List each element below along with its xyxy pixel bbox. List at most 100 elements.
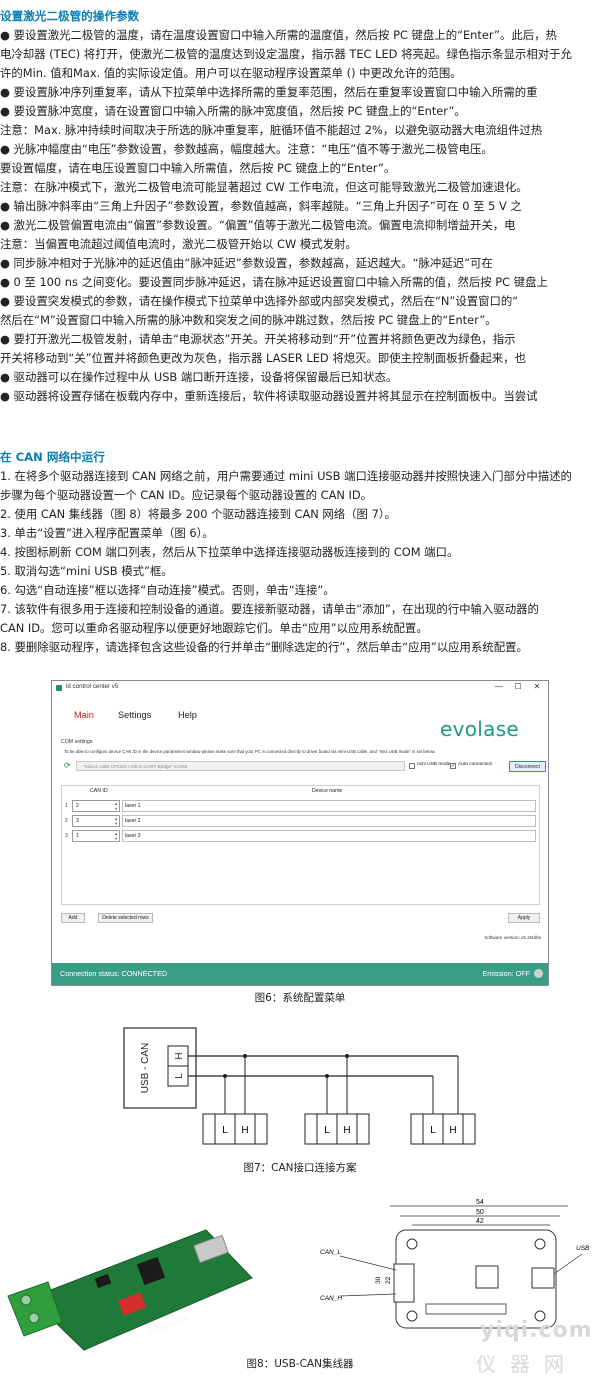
device-table: CAN ID Device name 1 2 ▲ ▼ laser 1 2 3 ▲ ▼ laser … <box>61 785 540 905</box>
device-name-field[interactable]: laser 2 <box>122 815 536 827</box>
menu-help[interactable]: Help <box>178 710 197 720</box>
maximize-button[interactable]: ☐ <box>511 682 525 691</box>
mini-usb-mode-checkbox[interactable] <box>409 763 415 769</box>
dim-30: 30 <box>375 1276 382 1284</box>
section2-paragraph-line: 3. 单击“设置”进入程序配置菜单（图 6）。 <box>0 526 214 540</box>
section2-paragraph-line: 2. 使用 CAN 集线器（图 8）将最多 200 个驱动器连接到 CAN 网络… <box>0 507 396 521</box>
table-row[interactable]: 1 2 ▲ ▼ laser 1 <box>62 800 539 813</box>
disconnect-button[interactable]: Disconnect <box>509 761 546 772</box>
column-header-can-id: CAN ID <box>90 788 108 794</box>
device-name-field[interactable]: laser 3 <box>122 830 536 842</box>
menu-settings[interactable]: Settings <box>118 710 151 720</box>
section1-paragraph-line: 注意：在脉冲模式下，激光二极管电流可能显著超过 CW 工作电流，但这可能导致激光… <box>0 180 528 194</box>
node-1: L H <box>202 1054 268 1145</box>
figure7-caption: 图7：CAN接口连接方案 <box>243 1162 357 1174</box>
section2-paragraph-line: 5. 取消勾选“mini USB 模式”框。 <box>0 564 173 578</box>
node1-h-label: H <box>241 1125 248 1136</box>
usb-label: USB <box>576 1245 590 1252</box>
emission-toggle[interactable] <box>534 969 543 978</box>
status-bar: Connection status: CONNECTED Emission: O… <box>52 963 548 985</box>
section2-paragraph-line: 步骤为每个驱动器设置一个 CAN ID。应记录每个驱动器设置的 CAN ID。 <box>0 488 373 502</box>
can-id-spinbox[interactable]: 1 ▲ ▼ <box>72 830 120 842</box>
connection-status: Connection status: CONNECTED <box>60 969 168 978</box>
app-icon <box>56 685 62 691</box>
auto-connection-checkbox[interactable]: ✓ <box>450 763 456 769</box>
section1-paragraph-line: ● 要打开激光二极管发射，请单击“电源状态”开关。开关将移动到“开”位置并将颜色… <box>0 332 516 346</box>
device-name-field[interactable]: laser 1 <box>122 800 536 812</box>
emission-status: Emission: OFF <box>482 969 530 978</box>
node3-l-label: L <box>430 1125 436 1136</box>
section1-paragraph-line: ● 光脉冲幅度由“电压”参数设置，参数越高，幅度越大。注意：“电压”值不等于激光… <box>0 142 493 156</box>
section1-paragraph-line: 注意：当偏置电流超过阈值电流时，激光二极管开始以 CW 模式发射。 <box>0 237 357 251</box>
table-row[interactable]: 3 1 ▲ ▼ laser 3 <box>62 830 539 843</box>
can-id-spinbox[interactable]: 2 ▲ ▼ <box>72 800 120 812</box>
section2-paragraph-line: 8. 要删除驱动程序，请选择包含这些设备的行并单击“删除选定的行”，然后单击“应… <box>0 640 528 654</box>
spin-arrows-icon[interactable]: ▲ ▼ <box>114 817 118 826</box>
brand-logo: evolase <box>440 717 520 741</box>
figure6-caption: 图6：系统配置菜单 <box>254 992 346 1004</box>
software-version: Software version: v5.2t4dbs <box>484 935 541 940</box>
section1-paragraph-line: ● 同步脉冲相对于光脉冲的延迟值由“脉冲延迟”参数设置，参数越高，延迟越大。“脉… <box>0 256 493 270</box>
section1-paragraph-line: 然后在“M”设置窗口中输入所需的脉冲数和突发之间的脉冲跳过数，然后按 PC 键盘… <box>0 313 497 327</box>
dim-54: 54 <box>476 1199 484 1206</box>
figure8-caption: 图8：USB-CAN集线器 <box>246 1358 354 1370</box>
close-button[interactable]: ✕ <box>530 682 544 691</box>
section1-paragraph-line: 注意：Max. 脉冲持续时间取决于所选的脉冲重复率，脏循环值不能超过 2%，以避… <box>0 123 543 137</box>
add-button[interactable]: Add <box>61 913 85 923</box>
section1-paragraph-line: ● 输出脉冲斜率由“三角上升因子”参数设置，参数值越高，斜率越陡。“三角上升因子… <box>0 199 522 213</box>
section2-heading: 在 CAN 网络中运行 <box>0 450 105 464</box>
table-row[interactable]: 2 3 ▲ ▼ laser 2 <box>62 815 539 828</box>
section1-paragraph-line: ● 要设置脉冲宽度，请在设置窗口中输入所需的脉冲宽度值，然后按 PC 键盘上的“… <box>0 104 466 118</box>
spin-arrows-icon[interactable]: ▲ ▼ <box>114 832 118 841</box>
refresh-icon[interactable]: ⟳ <box>64 761 74 771</box>
apply-button[interactable]: Apply <box>508 913 540 923</box>
section1-paragraph-line: ● 要设置脉冲序列重复率，请从下拉菜单中选择所需的重复率范围，然后在重复率设置窗… <box>0 85 538 99</box>
section1-paragraph-line: 电冷却器 (TEC) 将打开，使激光二极管的温度达到设定温度，指示器 TEC L… <box>0 47 572 61</box>
section1-paragraph-line: ● 驱动器将设置存储在板载内存中，重新连接后，软件将读取驱动器设置并将其显示在控… <box>0 389 538 403</box>
row-number: 2 <box>65 818 68 824</box>
drawing-chip <box>475 1265 499 1289</box>
dim-22: 22 <box>385 1276 392 1284</box>
menu-bar: Main Settings Help evolase <box>52 697 548 741</box>
can-h-label: CAN_H <box>320 1295 342 1302</box>
section1-paragraph-line: 开关将移动到“关”位置并将颜色更改为灰色，指示器 LASER LED 将熄灭。即… <box>0 351 526 365</box>
com-settings-note: To be able to configure device CAN ID in… <box>64 749 436 754</box>
section2-paragraph-line: 4. 按图标刷新 COM 端口列表，然后从下拉菜单中选择连接驱动器板连接到的 C… <box>0 545 459 559</box>
mini-usb-mode-label: mini USB mode <box>417 762 451 767</box>
can-connection-diagram: USB - CAN H L L H L H L H <box>123 1027 476 1145</box>
com-port-select[interactable]: "Silicon Labs CP210x USB to UART Bridge"… <box>76 761 405 771</box>
auto-connection-label: Auto connection <box>458 762 493 767</box>
drawing-terminal <box>393 1263 415 1303</box>
title-bar: ld control center v5 — ☐ ✕ <box>52 681 548 697</box>
usb-can-box-label: USB - CAN <box>140 1043 151 1094</box>
watermark-url: yiqi.com <box>480 1318 593 1343</box>
node3-h-label: H <box>449 1125 456 1136</box>
section1-paragraph-line: ● 要设置激光二极管的温度，请在温度设置窗口中输入所需的温度值，然后按 PC 键… <box>0 28 557 42</box>
section1-paragraph-line: ● 驱动器可以在操作过程中从 USB 端口断开连接，设备将保留最后已知状态。 <box>0 370 398 384</box>
section1-paragraph-line: ● 激光二极管偏置电流由“偏置”参数设置。“偏置”值等于激光二极管电流。偏置电流… <box>0 218 516 232</box>
section2-paragraph-line: 1. 在将多个驱动器连接到 CAN 网络之前，用户需要通过 mini USB 端… <box>0 469 572 483</box>
section2-paragraph-line: CAN ID。您可以重命名驱动程序以便更好地跟踪它们。单击“应用”以应用系统配置… <box>0 621 428 635</box>
section1-paragraph-line: ● 0 至 100 ns 之间变化。要设置同步脉冲延迟，请在脉冲延迟设置窗口中输… <box>0 275 548 289</box>
node2-h-label: H <box>343 1125 350 1136</box>
section1-paragraph-line: 要设置幅度，请在电压设置窗口中输入所需值，然后按 PC 键盘上的“Enter”。 <box>0 161 396 175</box>
node1-l-label: L <box>222 1125 228 1136</box>
can-id-value: 3 <box>76 818 79 824</box>
section1-paragraph-line: 许的Min. 值和Max. 值的实际设定值。用户可以在驱动程序设置菜单 () 中… <box>0 66 462 80</box>
dim-50: 50 <box>476 1209 484 1216</box>
spin-arrows-icon[interactable]: ▲ ▼ <box>114 802 118 811</box>
com-settings-label: COM settings <box>61 739 93 745</box>
row-number: 1 <box>65 803 68 809</box>
com-settings-group: COM settings To be able to configure dev… <box>61 739 546 772</box>
delete-selected-rows-button[interactable]: Delete selected rows <box>98 913 153 923</box>
usb-can-h-label: H <box>174 1052 185 1059</box>
section2-paragraph-line: 7. 该软件有很多用于连接和控制设备的通道。要连接新驱动器，请单击“添加”，在出… <box>0 602 539 616</box>
can-l-label: CAN_L <box>320 1249 341 1256</box>
window-title: ld control center v5 <box>66 683 119 690</box>
section2-paragraph-line: 6. 勾选“自动连接”框以选择“自动连接”模式。否则，单击“连接”。 <box>0 583 335 597</box>
minimize-button[interactable]: — <box>492 682 506 691</box>
menu-main[interactable]: Main <box>74 710 94 720</box>
node2-l-label: L <box>324 1125 330 1136</box>
node-2: L H <box>304 1054 370 1145</box>
can-id-spinbox[interactable]: 3 ▲ ▼ <box>72 815 120 827</box>
